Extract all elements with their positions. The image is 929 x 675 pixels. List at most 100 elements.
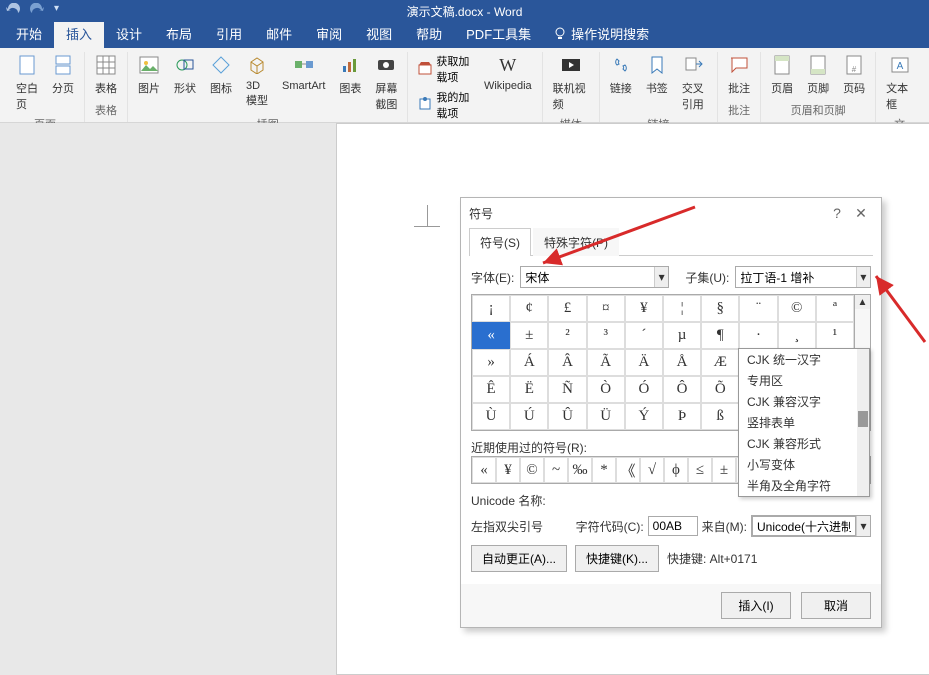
char-cell[interactable]: Û: [548, 403, 586, 430]
recent-char[interactable]: *: [592, 457, 616, 483]
subset-input[interactable]: [736, 267, 855, 287]
from-input[interactable]: [752, 516, 856, 536]
tab-layout[interactable]: 布局: [154, 19, 204, 48]
recent-char[interactable]: ≤: [688, 457, 712, 483]
char-cell[interactable]: ß: [701, 403, 739, 430]
char-cell[interactable]: ³: [587, 322, 625, 349]
char-cell[interactable]: ±: [510, 322, 548, 349]
char-cell[interactable]: Æ: [701, 349, 739, 376]
recent-char[interactable]: ϕ: [664, 457, 688, 483]
recent-char[interactable]: ~: [544, 457, 568, 483]
char-cell[interactable]: Â: [548, 349, 586, 376]
char-cell[interactable]: Ý: [625, 403, 663, 430]
char-cell[interactable]: Ô: [663, 376, 701, 403]
recent-char[interactable]: ©: [520, 457, 544, 483]
tab-design[interactable]: 设计: [104, 19, 154, 48]
char-cell[interactable]: µ: [663, 322, 701, 349]
subset-option[interactable]: 专用区: [739, 370, 869, 391]
recent-char[interactable]: 《: [616, 457, 640, 483]
btn-header[interactable]: 页眉: [767, 52, 797, 98]
char-cell[interactable]: ¨: [739, 295, 777, 322]
btn-pagenum[interactable]: #页码: [839, 52, 869, 98]
btn-chart[interactable]: 图表: [335, 52, 365, 98]
btn-my-addins[interactable]: 我的加载项: [414, 88, 474, 122]
subset-option[interactable]: CJK 兼容汉字: [739, 391, 869, 412]
subset-option[interactable]: CJK 兼容形式: [739, 433, 869, 454]
btn-3d-model[interactable]: 3D 模型: [242, 52, 272, 110]
from-combo[interactable]: ▾: [751, 515, 871, 537]
char-cell[interactable]: Ú: [510, 403, 548, 430]
tab-symbols[interactable]: 符号(S): [469, 228, 531, 256]
redo-icon[interactable]: [30, 3, 44, 20]
shortcut-button[interactable]: 快捷键(K)...: [575, 545, 659, 572]
char-cell[interactable]: »: [472, 349, 510, 376]
btn-textbox[interactable]: A文本框: [882, 52, 917, 114]
tell-me[interactable]: 操作说明搜索: [543, 19, 659, 48]
char-cell[interactable]: Å: [663, 349, 701, 376]
insert-button[interactable]: 插入(I): [721, 592, 791, 619]
char-cell[interactable]: ¦: [663, 295, 701, 322]
btn-bookmark[interactable]: 书签: [642, 52, 672, 98]
btn-crossref[interactable]: 交叉引用: [678, 52, 711, 114]
subset-option[interactable]: 半角及全角字符: [739, 475, 869, 496]
subset-option[interactable]: CJK 统一汉字: [739, 349, 869, 370]
char-cell[interactable]: ¥: [625, 295, 663, 322]
char-cell[interactable]: ´: [625, 322, 663, 349]
qat-more-icon[interactable]: ▾: [54, 3, 59, 20]
close-button[interactable]: ✕: [849, 205, 873, 222]
tab-help[interactable]: 帮助: [404, 19, 454, 48]
char-cell[interactable]: ¡: [472, 295, 510, 322]
help-button[interactable]: ?: [825, 205, 849, 221]
char-cell[interactable]: ©: [778, 295, 816, 322]
char-cell[interactable]: Ë: [510, 376, 548, 403]
btn-screenshot[interactable]: 屏幕截图: [371, 52, 401, 114]
btn-shapes[interactable]: 形状: [170, 52, 200, 98]
recent-char[interactable]: ‰: [568, 457, 592, 483]
char-cell[interactable]: ª: [816, 295, 854, 322]
char-cell[interactable]: Ñ: [548, 376, 586, 403]
subset-option[interactable]: 小写变体: [739, 454, 869, 475]
char-cell[interactable]: Ü: [587, 403, 625, 430]
tab-review[interactable]: 审阅: [304, 19, 354, 48]
char-cell[interactable]: ¢: [510, 295, 548, 322]
btn-page-break[interactable]: 分页: [48, 52, 78, 98]
btn-smartart[interactable]: SmartArt: [278, 52, 329, 94]
btn-video[interactable]: 联机视频: [549, 52, 593, 114]
btn-get-addins[interactable]: 获取加载项: [414, 52, 474, 86]
chevron-down-icon[interactable]: ▾: [856, 267, 870, 287]
char-cell[interactable]: Þ: [663, 403, 701, 430]
cancel-button[interactable]: 取消: [801, 592, 871, 619]
char-cell[interactable]: Ã: [587, 349, 625, 376]
btn-picture[interactable]: 图片: [134, 52, 164, 98]
tab-home[interactable]: 开始: [4, 19, 54, 48]
font-input[interactable]: [521, 267, 654, 287]
btn-footer[interactable]: 页脚: [803, 52, 833, 98]
dropdown-scrollbar[interactable]: [857, 349, 869, 496]
char-cell[interactable]: ¸: [778, 322, 816, 349]
btn-wikipedia[interactable]: WWikipedia: [480, 52, 536, 94]
char-cell[interactable]: ¶: [701, 322, 739, 349]
char-cell[interactable]: Ò: [587, 376, 625, 403]
subset-combo[interactable]: ▾ CJK 统一汉字 专用区 CJK 兼容汉字 竖排表单 CJK 兼容形式 小写…: [735, 266, 871, 288]
char-cell[interactable]: ·: [739, 322, 777, 349]
tab-pdftools[interactable]: PDF工具集: [454, 19, 543, 48]
font-combo[interactable]: ▾: [520, 266, 669, 288]
btn-blank-page[interactable]: 空白页: [12, 52, 42, 114]
char-cell[interactable]: §: [701, 295, 739, 322]
scroll-thumb[interactable]: [858, 411, 868, 427]
btn-table[interactable]: 表格: [91, 52, 121, 98]
char-cell[interactable]: Ù: [472, 403, 510, 430]
char-cell[interactable]: Á: [510, 349, 548, 376]
charcode-input[interactable]: [648, 516, 698, 536]
dialog-titlebar[interactable]: 符号 ? ✕: [461, 198, 881, 228]
recent-char[interactable]: «: [472, 457, 496, 483]
btn-link[interactable]: 链接: [606, 52, 636, 98]
recent-char[interactable]: ¥: [496, 457, 520, 483]
recent-char[interactable]: √: [640, 457, 664, 483]
btn-icons[interactable]: 图标: [206, 52, 236, 98]
btn-comment[interactable]: 批注: [724, 52, 754, 98]
chevron-down-icon[interactable]: ▾: [856, 516, 870, 536]
char-cell[interactable]: Ó: [625, 376, 663, 403]
tab-insert[interactable]: 插入: [54, 19, 104, 48]
char-cell[interactable]: Õ: [701, 376, 739, 403]
